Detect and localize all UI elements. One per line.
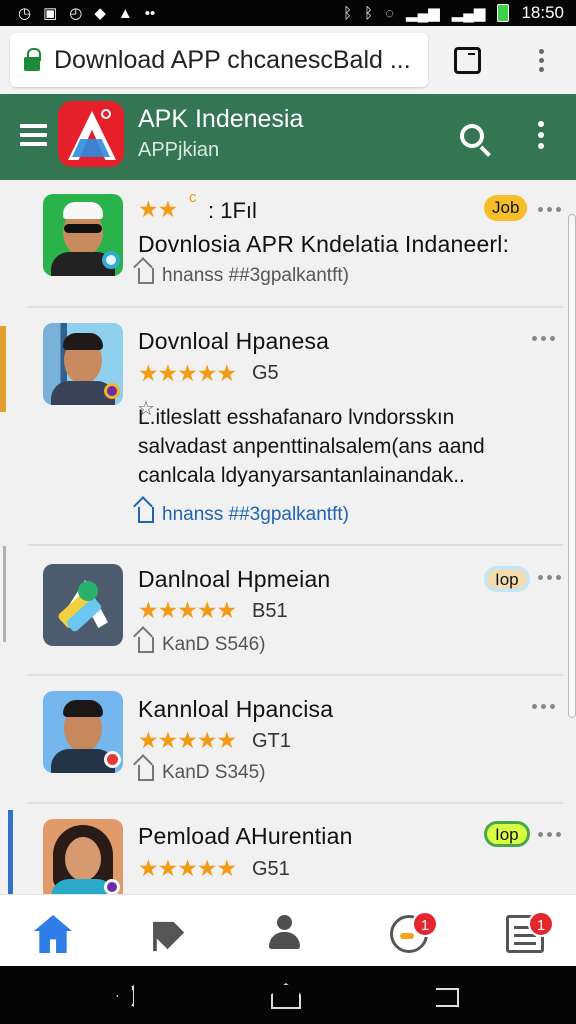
notification-badge: 1 — [528, 911, 554, 937]
bluetooth-off-icon: ᛒ — [364, 4, 374, 22]
app-meta: KanD S546) — [138, 634, 266, 656]
cap-icon — [63, 202, 103, 219]
list-item[interactable]: Dovnloal Hpanesa ★★★★★ G5 ☆ L.itleslatt … — [28, 308, 563, 546]
rating-swirl-icon: c — [189, 189, 197, 206]
app-title[interactable]: Dovnloal Hpanesa — [138, 328, 329, 355]
home-icon[interactable] — [34, 915, 72, 953]
more-horizontal-icon[interactable] — [538, 832, 561, 837]
app-header: APK Indenesia APPjkian — [0, 94, 576, 180]
app-title: APK Indenesia — [138, 105, 304, 133]
url-text[interactable]: Download APP chcanescBald ... — [54, 46, 414, 75]
side-highlight — [8, 810, 13, 894]
profile-icon[interactable] — [266, 915, 304, 953]
avatar-face-icon — [65, 837, 101, 881]
back-icon[interactable] — [116, 985, 134, 1007]
rating-stars: ★★★★★ — [138, 360, 237, 386]
rating-text: : 1Fıl — [208, 198, 257, 223]
search-icon[interactable] — [460, 124, 484, 148]
list-item[interactable]: Pemload AHurentian Iop ★★★★★ G51 — [28, 804, 563, 894]
battery-icon — [497, 4, 510, 22]
rating-text: G5 — [252, 362, 279, 384]
rating-text: GT1 — [252, 730, 291, 752]
notification-badge: 1 — [412, 911, 438, 937]
more-horizontal-icon[interactable] — [532, 336, 555, 341]
app-title[interactable]: Dovnlosia APR Kndelatia Indaneerl: — [138, 231, 509, 258]
rating-text: G51 — [252, 858, 290, 880]
app-meta: hnanss ##3gpalkantft) — [138, 265, 349, 287]
status-badge: Iop — [484, 566, 530, 592]
browser-address-bar: Download APP chcanescBald ... — [0, 26, 576, 94]
home-icon — [138, 765, 154, 781]
app-logo — [58, 101, 124, 167]
clock-icon: ◴ — [69, 4, 83, 22]
badge-dot-icon — [104, 879, 120, 894]
bluetooth-icon: ᛒ — [343, 4, 353, 22]
app-title[interactable]: Danlnoal Hpmeian — [138, 566, 330, 593]
home-icon — [138, 637, 154, 653]
app-feed[interactable]: ★★ c : 1Fıl Job Dovnlosia APR Kndelatia … — [0, 180, 576, 894]
status-bar: ◷ ▣ ◴ ◆ ▲ •• ᛒ ᛒ ◌ ▂▄▆ ▂▄▆ 18:50 — [0, 0, 576, 26]
badge-dot-icon — [104, 751, 121, 768]
rating-stars: ★★★★★ — [138, 597, 237, 623]
menu-icon[interactable] — [20, 124, 47, 151]
app-thumbnail — [43, 323, 123, 405]
sunglasses-icon — [64, 224, 102, 233]
hair-icon — [63, 333, 103, 350]
alarm-icon: ◷ — [18, 4, 32, 22]
lock-icon — [24, 48, 41, 71]
badge-dot-icon — [104, 383, 120, 399]
list-item[interactable]: Kannloal Hpancisa ★★★★★ GT1 KanD S345) — [28, 676, 563, 804]
more-horizontal-icon[interactable] — [532, 704, 555, 709]
hair-icon — [63, 700, 103, 717]
app-symbol-icon — [78, 581, 98, 601]
app-title[interactable]: Kannloal Hpancisa — [138, 696, 333, 723]
app-thumbnail — [43, 194, 123, 276]
list-item[interactable]: ★★ c : 1Fıl Job Dovnlosia APR Kndelatia … — [28, 180, 563, 308]
status-badge: Job — [484, 195, 528, 221]
tab-switcher-icon[interactable] — [454, 46, 481, 74]
status-time: 18:50 — [521, 3, 564, 22]
more-horizontal-icon[interactable] — [538, 575, 561, 580]
pinwheel-icon: ◆ — [94, 4, 106, 22]
app-meta: KanD S345) — [138, 762, 266, 784]
more-vertical-icon[interactable] — [538, 121, 544, 149]
app-subtitle: APPjkian — [138, 139, 220, 161]
home-icon — [138, 507, 154, 523]
app-thumbnail — [43, 819, 123, 894]
signal-icon: ▂▄▆ — [406, 4, 440, 22]
shield-icon: ▲ — [117, 4, 133, 22]
screen-icon: ▣ — [43, 4, 58, 22]
url-field[interactable]: Download APP chcanescBald ... — [10, 33, 428, 87]
dnd-icon: ◌ — [385, 4, 395, 22]
app-thumbnail — [43, 564, 123, 646]
android-navigation-bar — [0, 966, 576, 1024]
more-horizontal-icon[interactable] — [538, 207, 561, 212]
app-thumbnail — [43, 691, 123, 773]
rating-stars: ★★★★★ — [138, 727, 237, 753]
more-dots-icon: •• — [144, 4, 156, 22]
rating-stars: ★★ — [138, 196, 178, 222]
app-link[interactable]: hnanss ##3gpalkantft) — [138, 504, 349, 526]
side-marker — [0, 326, 6, 412]
badge-dot-icon — [102, 251, 120, 269]
rating-stars: ★★★★★ — [138, 855, 237, 881]
bottom-navigation: 1 1 — [0, 894, 576, 966]
status-badge: Iop — [484, 821, 530, 847]
browser-more-icon[interactable] — [539, 48, 544, 72]
signal-icon: ▂▄▆ — [451, 4, 486, 22]
home-button-icon[interactable] — [271, 983, 301, 1009]
app-title[interactable]: Pemload AHurentian — [138, 823, 353, 850]
right-scrollbar[interactable] — [568, 214, 576, 718]
tag-heart-icon[interactable] — [153, 921, 185, 952]
list-item[interactable]: Danlnoal Hpmeian Iop ★★★★★ B51 KanD S546… — [28, 546, 563, 676]
left-scrollbar[interactable] — [3, 546, 6, 642]
app-description: L.itleslatt esshafanaro lvndorsskın salv… — [138, 406, 485, 487]
rating-text: B51 — [252, 600, 288, 622]
home-icon — [138, 268, 154, 284]
recent-apps-icon[interactable] — [436, 988, 459, 1007]
